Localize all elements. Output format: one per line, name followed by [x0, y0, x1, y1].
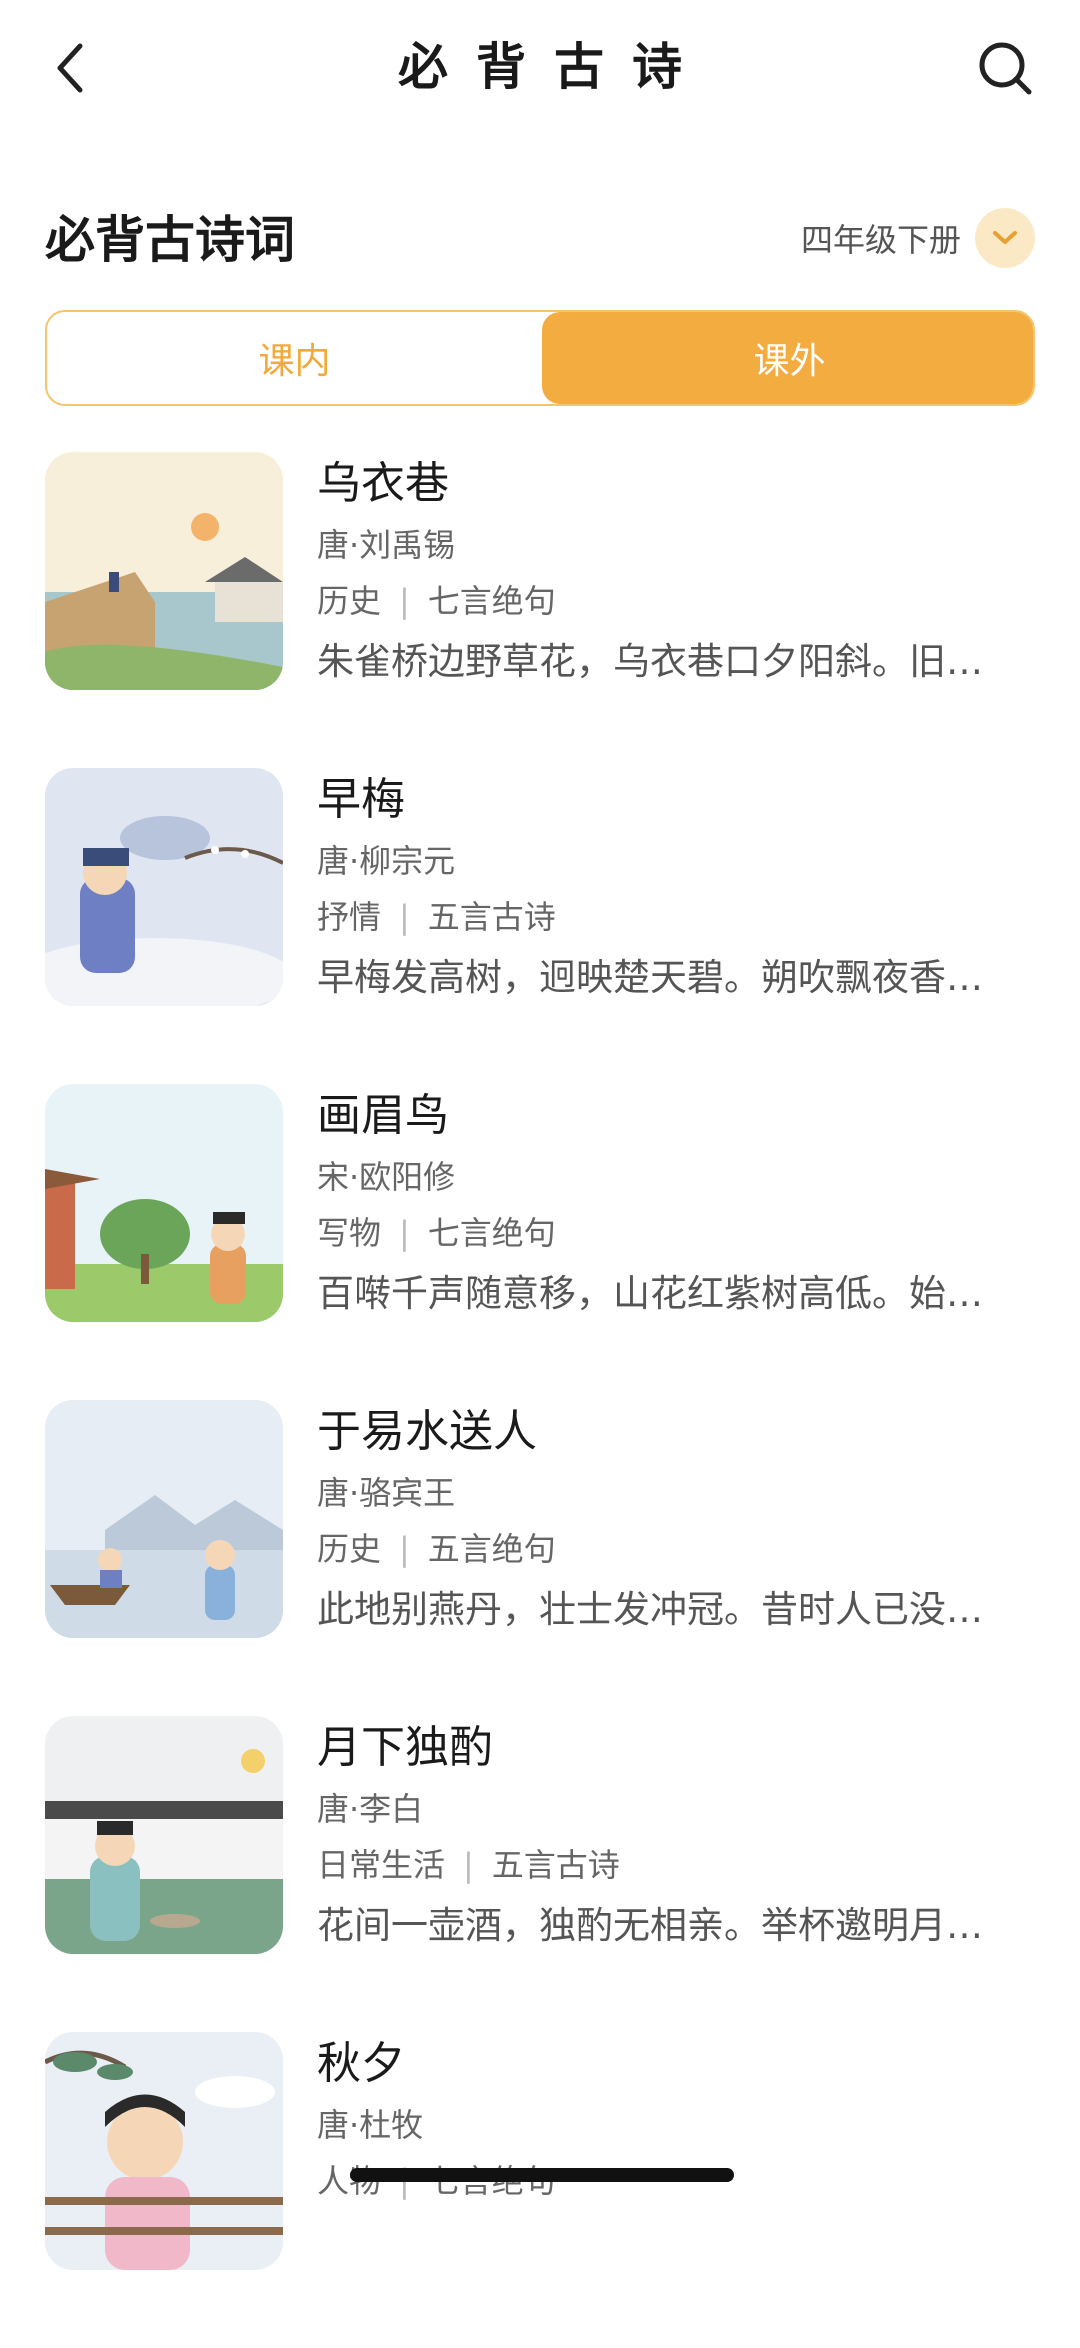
list-item[interactable]: 月下独酌 唐·李白 日常生活|五言古诗 花间一壶酒，独酌无相亲。举杯邀明月，对影… [0, 1716, 1080, 2032]
chevron-down-icon [993, 230, 1017, 244]
poem-form: 七言绝句 [427, 582, 556, 620]
poem-author: 唐·刘禹锡 [317, 526, 456, 564]
search-icon [979, 42, 1032, 94]
list-item[interactable]: 乌衣巷 唐·刘禹锡 历史|七言绝句 朱雀桥边野草花，乌衣巷口夕阳斜。旧时王谢堂前… [0, 452, 1080, 768]
poem-title: 早梅 [317, 774, 405, 825]
poem-author: 唐·杜牧 [317, 2106, 424, 2144]
poem-thumbnail [45, 452, 283, 690]
poem-tags: 日常生活 | 五言古诗 [317, 1846, 620, 1884]
list-item[interactable]: 秋夕 唐·杜牧 人物|七言绝句 [0, 2032, 1080, 2348]
poem-theme: 写物 [317, 1214, 382, 1252]
list-item[interactable]: 画眉鸟 宋·欧阳修 写物|七言绝句 百啭千声随意移，山花红紫树高低。始知锁向金笼… [0, 1084, 1080, 1400]
poem-author: 唐·柳宗元 [317, 842, 456, 880]
grade-dropdown-button[interactable] [975, 207, 1035, 268]
page-title: 必背古诗 [398, 38, 710, 96]
poem-excerpt: 朱雀桥边野草花，乌衣巷口夕阳斜。旧时王谢堂前燕，飞入寻常百姓家。 [317, 640, 1017, 683]
poem-form: 五言绝句 [427, 1530, 556, 1568]
home-indicator[interactable] [350, 2168, 734, 2182]
poem-excerpt: 此地别燕丹，壮士发冲冠。昔时人已没，今日水犹寒。 [317, 1588, 1017, 1631]
search-button[interactable] [970, 30, 1040, 105]
poem-title: 乌衣巷 [317, 458, 449, 509]
poem-author: 唐·骆宾王 [317, 1474, 456, 1512]
poem-title: 于易水送人 [317, 1406, 537, 1457]
poem-excerpt: 百啭千声随意移，山花红紫树高低。始知锁向金笼听，不及林间自在啼。 [317, 1272, 1017, 1315]
poem-title: 月下独酌 [317, 1722, 493, 1773]
section-title: 必背古诗词 [45, 211, 295, 269]
poem-thumbnail [45, 768, 283, 1006]
poem-thumbnail [45, 1716, 283, 1954]
poem-excerpt: 早梅发高树，迥映楚天碧。朔吹飘夜香，繁霜滋晓白。 [317, 956, 1017, 999]
poem-theme: 历史 [317, 1530, 382, 1568]
poem-thumbnail [45, 1400, 283, 1638]
poem-form: 五言古诗 [427, 898, 556, 936]
top-bar: 必背古诗 [0, 0, 1080, 140]
poem-title: 画眉鸟 [317, 1090, 449, 1141]
poem-author: 唐·李白 [317, 1790, 424, 1828]
tab-extracurricular[interactable]: 课外 [542, 312, 1033, 404]
poem-form: 七言绝句 [427, 1214, 556, 1252]
tab-in-class[interactable]: 课内 [47, 312, 542, 404]
poem-theme: 抒情 [317, 898, 382, 936]
poem-excerpt: 花间一壶酒，独酌无相亲。举杯邀明月，对影成三人。 [317, 1904, 1017, 1947]
poem-tags: 写物 | 七言绝句 [317, 1214, 556, 1252]
poem-thumbnail [45, 2032, 283, 2270]
poem-title: 秋夕 [317, 2038, 405, 2089]
list-item[interactable]: 于易水送人 唐·骆宾王 历史|五言绝句 此地别燕丹，壮士发冲冠。昔时人已没，今日… [0, 1400, 1080, 1716]
grade-label: 四年级下册 [800, 220, 961, 259]
grade-selector[interactable]: 四年级下册 [801, 205, 1035, 270]
poem-thumbnail [45, 1084, 283, 1322]
poem-tags: 历史 | 七言绝句 [317, 582, 556, 620]
poem-tags: 历史 | 五言绝句 [317, 1530, 556, 1568]
list-item[interactable]: 早梅 唐·柳宗元 抒情|五言古诗 早梅发高树，迥映楚天碧。朔吹飘夜香，繁霜滋晓白… [0, 768, 1080, 1084]
poem-form: 五言古诗 [491, 1846, 620, 1884]
tab-switch: 课内 课外 [45, 310, 1035, 406]
poem-author: 宋·欧阳修 [317, 1158, 456, 1196]
poem-theme: 历史 [317, 582, 382, 620]
poem-tags: 抒情 | 五言古诗 [317, 898, 556, 936]
poem-theme: 日常生活 [317, 1846, 446, 1884]
poem-list: 乌衣巷 唐·刘禹锡 历史|七言绝句 朱雀桥边野草花，乌衣巷口夕阳斜。旧时王谢堂前… [0, 452, 1080, 2348]
